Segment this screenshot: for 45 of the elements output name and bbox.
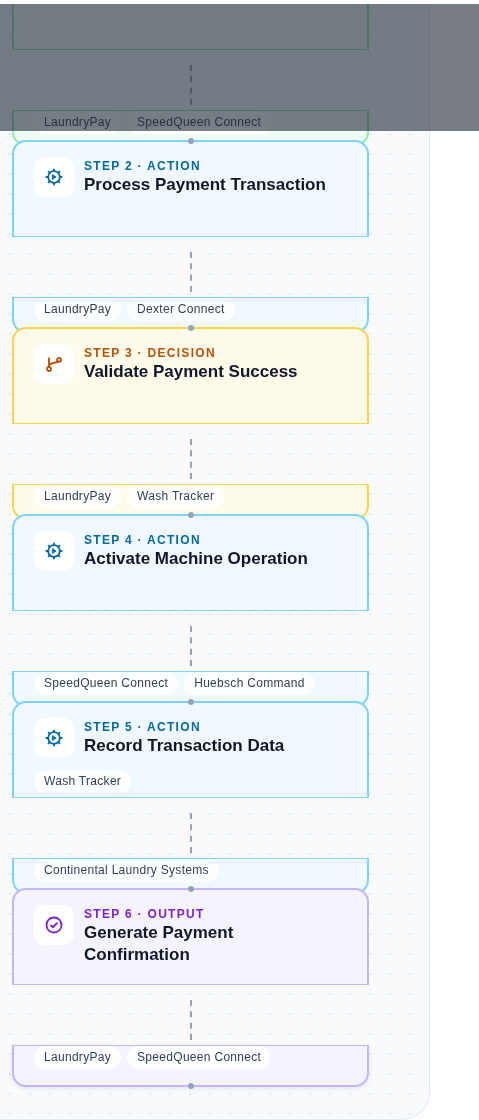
step-card[interactable]: STEP 6 · OUTPUT Generate Payment Confirmation — [12, 888, 369, 985]
integration-tag: SpeedQueen Connect — [127, 111, 272, 134]
connector-dot — [187, 138, 194, 144]
integration-tag: Huebsch Command — [184, 672, 315, 695]
gear-play-icon — [44, 167, 64, 187]
step-title: Record Transaction Data — [84, 735, 285, 757]
step-card[interactable] — [12, 4, 369, 50]
gear-play-icon — [44, 728, 64, 748]
check-circle-icon — [44, 915, 64, 935]
integration-tag: LaundryPay — [34, 111, 122, 134]
step-label: STEP 3 · DECISION — [84, 346, 217, 361]
integration-tag: LaundryPay — [34, 298, 122, 321]
integration-tag: Continental Laundry Systems — [34, 859, 219, 882]
integration-tag: SpeedQueen Connect — [127, 1046, 272, 1069]
step-card[interactable]: STEP 2 · ACTION Process Payment Transaction — [12, 140, 369, 237]
step-title: Process Payment Transaction — [84, 174, 326, 196]
step-title: Activate Machine Operation — [84, 548, 308, 570]
step-card[interactable]: STEP 3 · DECISION Validate Payment Success — [12, 327, 369, 424]
connector-dot — [187, 699, 194, 705]
gear-play-icon — [44, 541, 64, 561]
step-label: STEP 4 · ACTION — [84, 533, 202, 548]
integration-tag: LaundryPay — [34, 485, 122, 508]
connector-dot — [187, 1083, 194, 1089]
branch-icon — [44, 354, 64, 374]
step-label: STEP 2 · ACTION — [84, 159, 202, 174]
integration-tag: Wash Tracker — [127, 485, 225, 508]
connector-line — [189, 439, 192, 479]
step-label: STEP 5 · ACTION — [84, 720, 202, 735]
step-card[interactable]: STEP 5 · ACTION Record Transaction Data Wash Tracker — [12, 701, 369, 798]
connector-line — [189, 65, 192, 105]
integration-tag: LaundryPay — [34, 1046, 122, 1069]
connector-line — [189, 813, 192, 853]
connector-dot — [187, 325, 194, 331]
connector-dot — [187, 512, 194, 518]
connector-line — [189, 252, 192, 292]
step-card[interactable]: STEP 4 · ACTION Activate Machine Operation — [12, 514, 369, 611]
integration-tag: Dexter Connect — [127, 298, 235, 321]
connector-dot — [187, 886, 194, 892]
integration-tag: SpeedQueen Connect — [34, 672, 179, 695]
step-title: Validate Payment Success — [84, 361, 298, 383]
connector-line — [189, 626, 192, 666]
integration-tag: Wash Tracker — [34, 770, 132, 793]
step-label: STEP 6 · OUTPUT — [84, 907, 206, 922]
connector-line — [189, 1000, 192, 1040]
step-title: Generate Payment Confirmation — [84, 922, 235, 966]
